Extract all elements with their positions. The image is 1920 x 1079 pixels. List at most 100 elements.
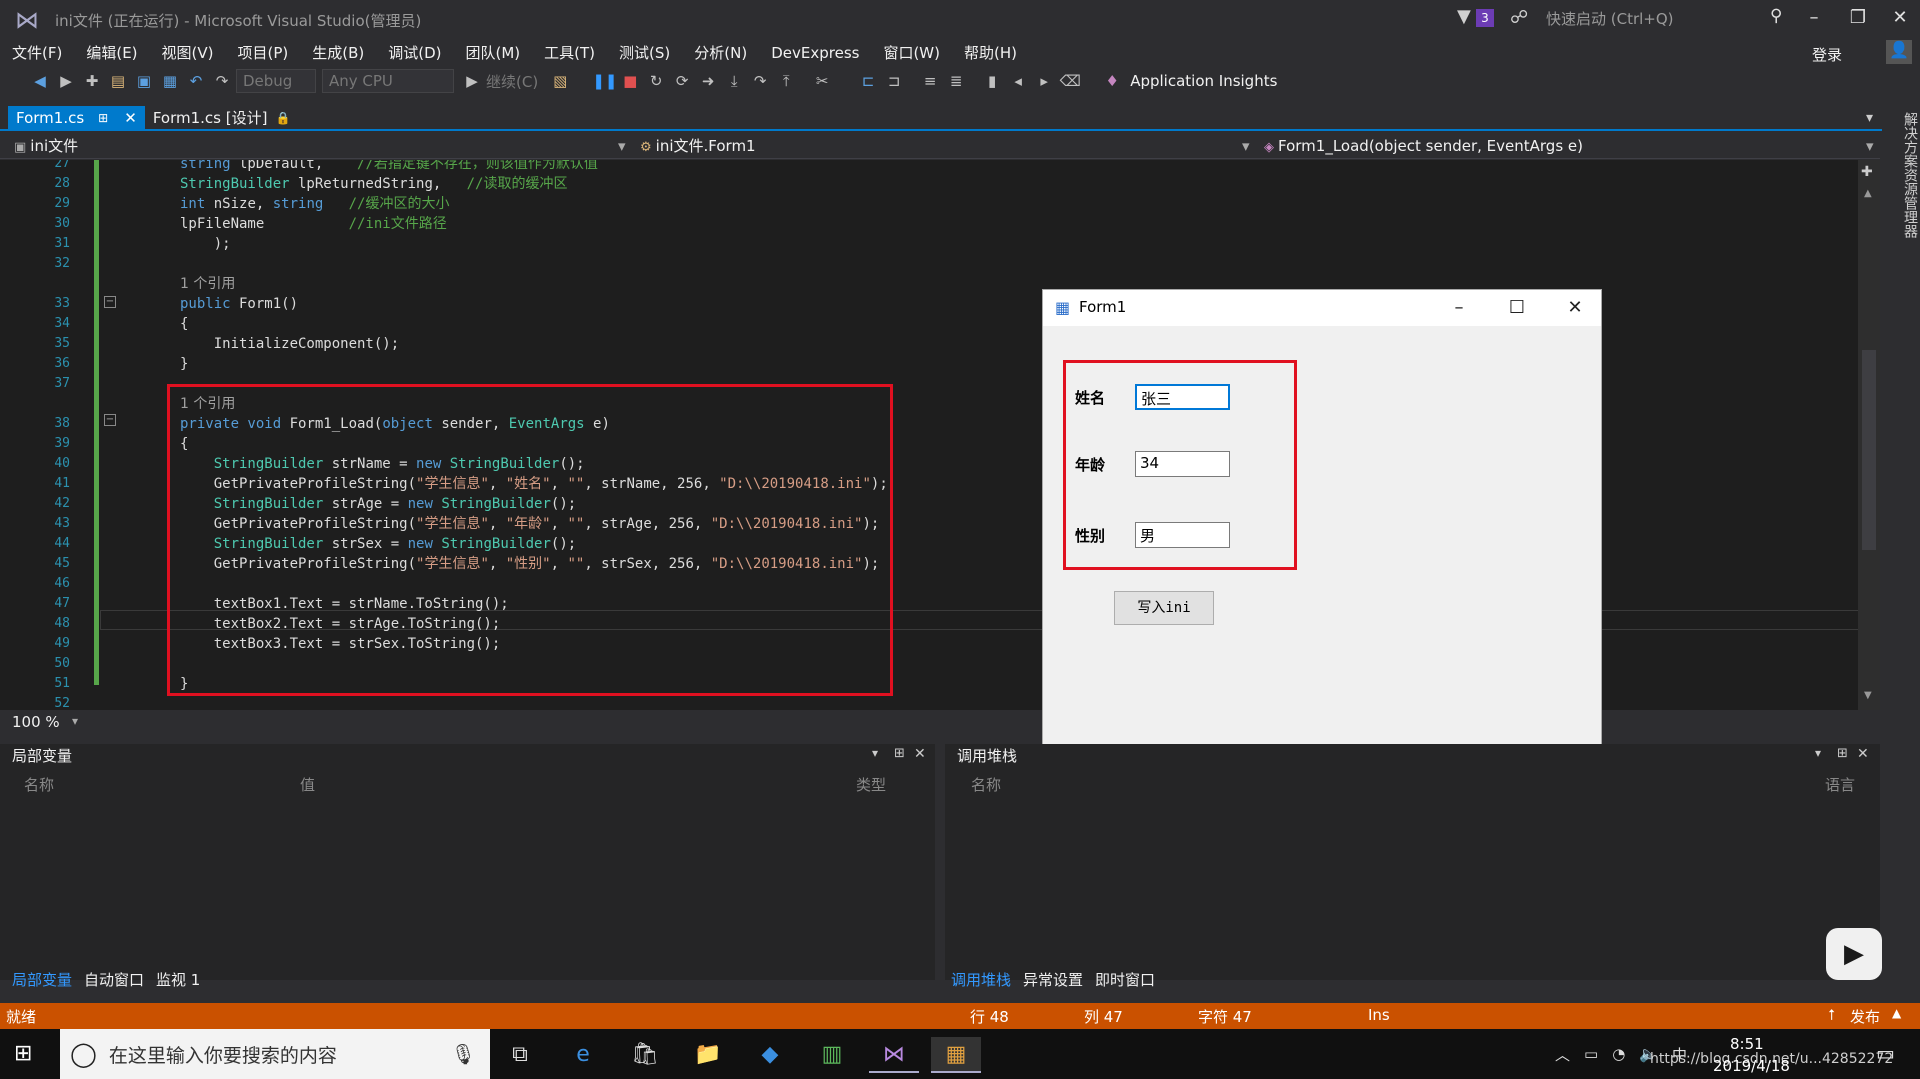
windows-start-icon[interactable]: ⊞ — [14, 1041, 32, 1066]
menu-analyze[interactable]: 分析(N) — [682, 40, 759, 66]
app-green-icon[interactable]: ▥ — [807, 1037, 857, 1073]
forward-icon[interactable]: ▶ — [54, 69, 78, 93]
form-minimize-button[interactable]: – — [1439, 296, 1479, 320]
open-file-icon[interactable]: ▤ — [106, 69, 130, 93]
indent-icon[interactable]: ≡ — [918, 69, 942, 93]
publish-icon[interactable]: ⭡ — [1828, 1006, 1835, 1024]
collapse-icon[interactable]: − — [104, 296, 116, 308]
notification-center-icon[interactable]: ▭ — [1876, 1041, 1895, 1065]
wifi-icon[interactable]: ◔ — [1612, 1045, 1625, 1063]
tab-immediate[interactable]: 即时窗口 — [1095, 969, 1155, 990]
back-icon[interactable]: ◀ — [28, 69, 52, 93]
menu-tools[interactable]: 工具(T) — [532, 40, 607, 66]
write-ini-button[interactable]: 写入ini — [1114, 591, 1214, 625]
form-close-button[interactable]: ✕ — [1555, 296, 1595, 320]
tab-dropdown-icon[interactable]: ▾ — [1866, 110, 1873, 126]
menu-help[interactable]: 帮助(H) — [952, 40, 1029, 66]
breakpoints-icon[interactable]: ✂ — [810, 69, 834, 93]
collapse-icon[interactable]: − — [104, 414, 116, 426]
minimize-button[interactable]: – — [1796, 4, 1832, 32]
running-form-taskbar-icon[interactable]: ▦ — [931, 1037, 981, 1073]
menu-devexpress[interactable]: DevExpress — [759, 40, 871, 66]
scroll-down-icon[interactable]: ▼ — [1864, 690, 1872, 701]
tab-exception-settings[interactable]: 异常设置 — [1023, 969, 1083, 990]
class-select-arrow-icon[interactable]: ▾ — [1242, 134, 1250, 158]
member-select[interactable]: ◈ Form1_Load(object sender, EventArgs e) — [1264, 134, 1583, 158]
restore-button[interactable]: ❐ — [1840, 4, 1876, 32]
form1-title-bar[interactable]: ▦ Form1 – ☐ ✕ — [1043, 290, 1601, 326]
save-icon[interactable]: ▣ — [132, 69, 156, 93]
form1-window[interactable]: ▦ Form1 – ☐ ✕ 姓名 张三 年龄 34 性别 男 写入ini — [1042, 289, 1602, 775]
tab-close-icon[interactable]: ✕ — [124, 107, 137, 129]
scroll-up-icon[interactable]: ▲ — [1864, 188, 1872, 199]
column-header-value[interactable]: 值 — [300, 774, 315, 795]
editor-scrollbar[interactable]: ✚ ▲ ▼ — [1858, 160, 1880, 710]
tab-locals[interactable]: 局部变量 — [12, 969, 72, 990]
stop-icon[interactable]: ■ — [618, 69, 642, 93]
app-blue-icon[interactable]: ◆ — [745, 1037, 795, 1073]
menu-view[interactable]: 视图(V) — [150, 40, 226, 66]
platform-select[interactable]: Any CPU — [322, 69, 454, 93]
uncomment-icon[interactable]: ⊐ — [882, 69, 906, 93]
menu-test[interactable]: 测试(S) — [607, 40, 682, 66]
panel-pin-icon[interactable]: ⊞ — [1837, 746, 1848, 761]
column-header-name[interactable]: 名称 — [24, 774, 54, 795]
zoom-level[interactable]: 100 % — [12, 713, 60, 731]
age-textbox[interactable]: 34 — [1135, 451, 1230, 477]
next-bookmark-icon[interactable]: ▸ — [1032, 69, 1056, 93]
comment-icon[interactable]: ⊏ — [856, 69, 880, 93]
solution-explorer-side-tab[interactable]: 解决方案资源管理器 — [1882, 108, 1920, 708]
pin-icon[interactable]: ⊞ — [98, 107, 108, 129]
reference-count-link[interactable]: 1 个引用 — [180, 274, 940, 294]
menu-edit[interactable]: 编辑(E) — [74, 40, 149, 66]
undo-icon[interactable]: ↶ — [184, 69, 208, 93]
column-header-language[interactable]: 语言 — [1825, 774, 1855, 795]
video-player-icon[interactable]: ▶ — [1826, 928, 1882, 980]
pause-icon[interactable]: ❚❚ — [592, 69, 617, 93]
panel-dropdown-icon[interactable]: ▾ — [872, 746, 878, 760]
panel-close-icon[interactable]: ✕ — [914, 746, 926, 762]
close-button[interactable]: ✕ — [1882, 4, 1918, 32]
form-maximize-button[interactable]: ☐ — [1497, 296, 1537, 320]
menu-debug[interactable]: 调试(D) — [376, 40, 453, 66]
tab-form1-cs[interactable]: Form1.cs ⊞ ✕ — [8, 106, 145, 130]
panel-close-icon[interactable]: ✕ — [1857, 746, 1869, 762]
redo-icon[interactable]: ↷ — [210, 69, 234, 93]
config-select[interactable]: Debug — [236, 69, 316, 93]
menu-team[interactable]: 团队(M) — [454, 40, 533, 66]
restart-icon[interactable]: ↻ — [644, 69, 668, 93]
notification-filter-icon[interactable]: ▼ — [1457, 6, 1471, 27]
menu-window[interactable]: 窗口(W) — [871, 40, 952, 66]
tray-expand-icon[interactable]: ︿ — [1555, 1044, 1570, 1065]
store-icon[interactable]: 🛍 — [620, 1037, 670, 1073]
clock-date[interactable]: 2019/4/18 — [1713, 1057, 1790, 1075]
show-next-statement-icon[interactable]: ➜ — [696, 69, 720, 93]
publish-arrow-icon[interactable]: ▲ — [1892, 1006, 1901, 1020]
scroll-thumb[interactable] — [1862, 350, 1876, 550]
prev-bookmark-icon[interactable]: ◂ — [1006, 69, 1030, 93]
search-icon[interactable]: ⚲ — [1770, 6, 1782, 26]
hot-reload-icon[interactable]: ⟳ — [670, 69, 694, 93]
file-explorer-icon[interactable]: 📁 — [683, 1037, 733, 1073]
login-link[interactable]: 登录 — [1812, 44, 1842, 65]
step-over-icon[interactable]: ↷ — [748, 69, 772, 93]
clock-time[interactable]: 8:51 — [1730, 1035, 1764, 1053]
publish-button[interactable]: 发布 — [1850, 1006, 1880, 1027]
tab-call-stack[interactable]: 调用堆栈 — [951, 969, 1011, 990]
panel-dropdown-icon[interactable]: ▾ — [1815, 746, 1821, 760]
column-header-name[interactable]: 名称 — [971, 774, 1001, 795]
quick-launch-input[interactable]: 快速启动 (Ctrl+Q) — [1540, 5, 1790, 31]
clear-bookmarks-icon[interactable]: ⌫ — [1058, 69, 1082, 93]
app-insights-button[interactable]: Application Insights — [1130, 72, 1277, 90]
step-out-icon[interactable]: ⤒ — [774, 69, 798, 93]
tab-watch1[interactable]: 监视 1 — [156, 969, 200, 990]
visual-studio-taskbar-icon[interactable]: ⋈ — [869, 1037, 919, 1073]
new-project-icon[interactable]: ✚ — [80, 69, 104, 93]
step-into-icon[interactable]: ⤓ — [722, 69, 746, 93]
sex-textbox[interactable]: 男 — [1135, 522, 1230, 548]
continue-icon[interactable]: ▶ — [460, 69, 484, 93]
name-textbox[interactable]: 张三 — [1135, 384, 1230, 410]
zoom-dropdown-icon[interactable]: ▾ — [72, 714, 78, 728]
account-icon[interactable]: 👤 — [1886, 40, 1912, 64]
process-icon[interactable]: ▧ — [548, 69, 572, 93]
